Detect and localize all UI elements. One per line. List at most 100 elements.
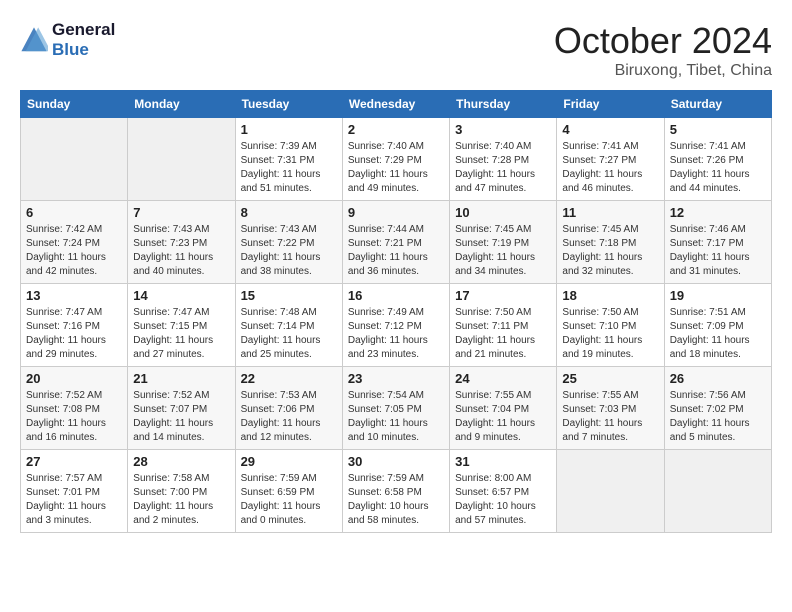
day-number: 26: [670, 371, 766, 386]
calendar-cell: 19Sunrise: 7:51 AMSunset: 7:09 PMDayligh…: [664, 284, 771, 367]
calendar-week-row: 13Sunrise: 7:47 AMSunset: 7:16 PMDayligh…: [21, 284, 772, 367]
calendar-cell: 8Sunrise: 7:43 AMSunset: 7:22 PMDaylight…: [235, 201, 342, 284]
cell-info: Sunrise: 7:46 AMSunset: 7:17 PMDaylight:…: [670, 223, 766, 279]
calendar-cell: 14 Sunrise: 7:47 AMSunset: 7:15 PMDayligh…: [128, 284, 235, 367]
month-title: October 2024: [554, 20, 772, 62]
day-number: 13: [26, 288, 122, 303]
cell-info: Sunrise: 7:48 AMSunset: 7:14 PMDaylight:…: [241, 306, 337, 362]
calendar-cell: 17Sunrise: 7:50 AMSunset: 7:11 PMDayligh…: [450, 284, 557, 367]
cell-info: Sunrise: 7:59 AMSunset: 6:58 PMDaylight:…: [348, 472, 444, 528]
cell-info: Sunrise: 7:45 AMSunset: 7:18 PMDaylight:…: [562, 223, 658, 279]
calendar-cell: 25Sunrise: 7:55 AMSunset: 7:03 PMDayligh…: [557, 367, 664, 450]
calendar-week-row: 27 Sunrise: 7:57 AMSunset: 7:01 PMDayligh…: [21, 450, 772, 533]
calendar-cell: 24Sunrise: 7:55 AMSunset: 7:04 PMDayligh…: [450, 367, 557, 450]
cell-info: Sunrise: 7:42 AMSunset: 7:24 PMDaylight:…: [26, 223, 122, 279]
calendar-week-row: 1 Sunrise: 7:39 AMSunset: 7:31 PMDaylight…: [21, 118, 772, 201]
page-header: General Blue October 2024 Biruxong, Tibe…: [20, 20, 772, 80]
calendar-cell: 29 Sunrise: 7:59 AMSunset: 6:59 PMDayligh…: [235, 450, 342, 533]
cell-info: Sunrise: 7:40 AMSunset: 7:29 PMDaylight:…: [348, 140, 444, 196]
calendar-cell: 12 Sunrise: 7:46 AMSunset: 7:17 PMDayligh…: [664, 201, 771, 284]
day-number: 1: [241, 122, 337, 137]
calendar-cell: [21, 118, 128, 201]
cell-info: Sunrise: 7:40 AMSunset: 7:28 PMDaylight:…: [455, 140, 551, 196]
calendar-table: SundayMondayTuesdayWednesdayThursdayFrid…: [20, 90, 772, 533]
calendar-cell: 4 Sunrise: 7:41 AMSunset: 7:27 PMDaylight…: [557, 118, 664, 201]
cell-info: Sunrise: 7:55 AMSunset: 7:03 PMDaylight:…: [562, 389, 658, 445]
day-number: 31: [455, 454, 551, 469]
day-number: 7: [133, 205, 229, 220]
cell-info: Sunrise: 7:51 AMSunset: 7:09 PMDaylight:…: [670, 306, 766, 362]
cell-info: Sunrise: 8:00 AMSunset: 6:57 PMDaylight:…: [455, 472, 551, 528]
logo: General Blue: [20, 20, 115, 60]
cell-info: Sunrise: 7:41 AMSunset: 7:26 PMDaylight:…: [670, 140, 766, 196]
day-number: 5: [670, 122, 766, 137]
calendar-cell: 9 Sunrise: 7:44 AMSunset: 7:21 PMDaylight…: [342, 201, 449, 284]
day-number: 9: [348, 205, 444, 220]
weekday-header: Monday: [128, 91, 235, 118]
calendar-cell: 21 Sunrise: 7:52 AMSunset: 7:07 PMDayligh…: [128, 367, 235, 450]
location-subtitle: Biruxong, Tibet, China: [554, 62, 772, 80]
calendar-cell: 1 Sunrise: 7:39 AMSunset: 7:31 PMDaylight…: [235, 118, 342, 201]
cell-info: Sunrise: 7:57 AMSunset: 7:01 PMDaylight:…: [26, 472, 122, 528]
cell-info: Sunrise: 7:44 AMSunset: 7:21 PMDaylight:…: [348, 223, 444, 279]
weekday-header-row: SundayMondayTuesdayWednesdayThursdayFrid…: [21, 91, 772, 118]
day-number: 2: [348, 122, 444, 137]
day-number: 12: [670, 205, 766, 220]
calendar-cell: 27 Sunrise: 7:57 AMSunset: 7:01 PMDayligh…: [21, 450, 128, 533]
cell-info: Sunrise: 7:49 AMSunset: 7:12 PMDaylight:…: [348, 306, 444, 362]
calendar-cell: 11 Sunrise: 7:45 AMSunset: 7:18 PMDayligh…: [557, 201, 664, 284]
day-number: 6: [26, 205, 122, 220]
calendar-cell: 16 Sunrise: 7:49 AMSunset: 7:12 PMDayligh…: [342, 284, 449, 367]
cell-info: Sunrise: 7:59 AMSunset: 6:59 PMDaylight:…: [241, 472, 337, 528]
day-number: 30: [348, 454, 444, 469]
day-number: 4: [562, 122, 658, 137]
weekday-header: Saturday: [664, 91, 771, 118]
cell-info: Sunrise: 7:50 AMSunset: 7:11 PMDaylight:…: [455, 306, 551, 362]
calendar-cell: 7 Sunrise: 7:43 AMSunset: 7:23 PMDaylight…: [128, 201, 235, 284]
calendar-week-row: 20 Sunrise: 7:52 AMSunset: 7:08 PMDayligh…: [21, 367, 772, 450]
cell-info: Sunrise: 7:53 AMSunset: 7:06 PMDaylight:…: [241, 389, 337, 445]
calendar-cell: 5 Sunrise: 7:41 AMSunset: 7:26 PMDaylight…: [664, 118, 771, 201]
cell-info: Sunrise: 7:55 AMSunset: 7:04 PMDaylight:…: [455, 389, 551, 445]
cell-info: Sunrise: 7:41 AMSunset: 7:27 PMDaylight:…: [562, 140, 658, 196]
day-number: 16: [348, 288, 444, 303]
day-number: 21: [133, 371, 229, 386]
day-number: 20: [26, 371, 122, 386]
calendar-cell: 30 Sunrise: 7:59 AMSunset: 6:58 PMDayligh…: [342, 450, 449, 533]
cell-info: Sunrise: 7:52 AMSunset: 7:07 PMDaylight:…: [133, 389, 229, 445]
cell-info: Sunrise: 7:45 AMSunset: 7:19 PMDaylight:…: [455, 223, 551, 279]
day-number: 3: [455, 122, 551, 137]
cell-info: Sunrise: 7:47 AMSunset: 7:15 PMDaylight:…: [133, 306, 229, 362]
cell-info: Sunrise: 7:56 AMSunset: 7:02 PMDaylight:…: [670, 389, 766, 445]
calendar-cell: 22Sunrise: 7:53 AMSunset: 7:06 PMDayligh…: [235, 367, 342, 450]
calendar-cell: 18 Sunrise: 7:50 AMSunset: 7:10 PMDayligh…: [557, 284, 664, 367]
calendar-cell: [557, 450, 664, 533]
calendar-cell: 26 Sunrise: 7:56 AMSunset: 7:02 PMDayligh…: [664, 367, 771, 450]
weekday-header: Tuesday: [235, 91, 342, 118]
day-number: 29: [241, 454, 337, 469]
logo-icon: [20, 26, 48, 54]
weekday-header: Thursday: [450, 91, 557, 118]
cell-info: Sunrise: 7:52 AMSunset: 7:08 PMDaylight:…: [26, 389, 122, 445]
calendar-cell: 10 Sunrise: 7:45 AMSunset: 7:19 PMDayligh…: [450, 201, 557, 284]
day-number: 18: [562, 288, 658, 303]
day-number: 15: [241, 288, 337, 303]
calendar-cell: 6 Sunrise: 7:42 AMSunset: 7:24 PMDaylight…: [21, 201, 128, 284]
calendar-cell: 28Sunrise: 7:58 AMSunset: 7:00 PMDayligh…: [128, 450, 235, 533]
weekday-header: Friday: [557, 91, 664, 118]
cell-info: Sunrise: 7:54 AMSunset: 7:05 PMDaylight:…: [348, 389, 444, 445]
day-number: 23: [348, 371, 444, 386]
cell-info: Sunrise: 7:50 AMSunset: 7:10 PMDaylight:…: [562, 306, 658, 362]
calendar-cell: 13Sunrise: 7:47 AMSunset: 7:16 PMDayligh…: [21, 284, 128, 367]
calendar-cell: 31 Sunrise: 8:00 AMSunset: 6:57 PMDayligh…: [450, 450, 557, 533]
day-number: 27: [26, 454, 122, 469]
day-number: 14: [133, 288, 229, 303]
cell-info: Sunrise: 7:58 AMSunset: 7:00 PMDaylight:…: [133, 472, 229, 528]
weekday-header: Wednesday: [342, 91, 449, 118]
cell-info: Sunrise: 7:43 AMSunset: 7:23 PMDaylight:…: [133, 223, 229, 279]
day-number: 10: [455, 205, 551, 220]
calendar-cell: 2 Sunrise: 7:40 AMSunset: 7:29 PMDaylight…: [342, 118, 449, 201]
cell-info: Sunrise: 7:39 AMSunset: 7:31 PMDaylight:…: [241, 140, 337, 196]
calendar-cell: 15 Sunrise: 7:48 AMSunset: 7:14 PMDayligh…: [235, 284, 342, 367]
day-number: 11: [562, 205, 658, 220]
